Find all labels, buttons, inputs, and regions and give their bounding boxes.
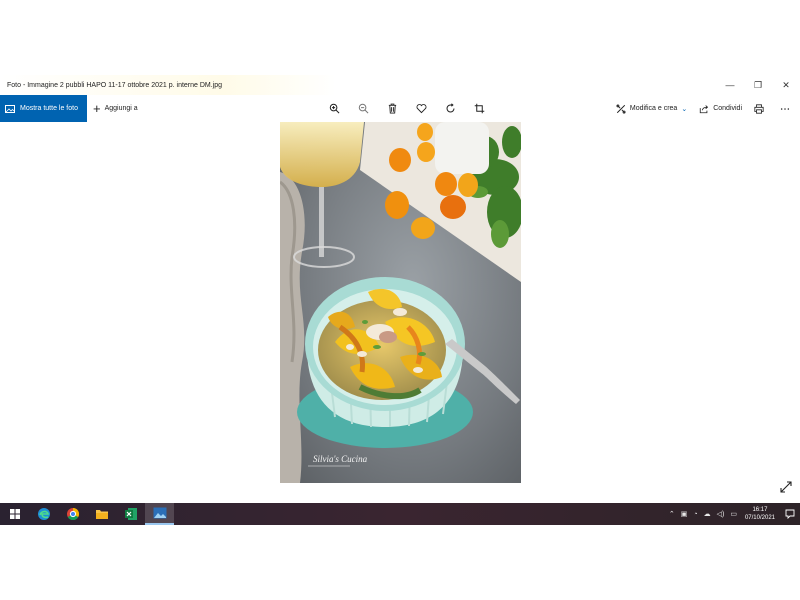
right-tools: Modifica e crea ⌄ Condividi (610, 95, 800, 122)
volume-icon[interactable]: ◁) (714, 510, 728, 518)
file-explorer-icon (95, 510, 108, 519)
crop-icon (474, 103, 485, 114)
chrome-icon (66, 508, 79, 521)
photo-signature: Silvia's Cucina (313, 454, 368, 464)
delete-icon (388, 103, 397, 114)
plus-icon: + (93, 101, 101, 116)
chevron-up-icon[interactable]: ⌃ (666, 510, 678, 518)
show-all-photos-button[interactable]: Mostra tutte le foto (0, 95, 87, 122)
share-label: Condividi (713, 105, 742, 112)
print-button[interactable] (748, 95, 774, 122)
chevron-down-icon: ⌄ (681, 105, 688, 113)
favorite-icon (416, 104, 427, 114)
crop-button[interactable] (465, 95, 494, 122)
add-to-button[interactable]: + Aggiungi a (93, 95, 138, 122)
meet-now-icon[interactable]: ▣ (678, 510, 691, 518)
taskbar-edge[interactable] (29, 503, 58, 525)
window-controls: — ❐ ✕ (716, 75, 800, 95)
delete-button[interactable] (378, 95, 407, 122)
zoom-in-button[interactable] (320, 95, 349, 122)
clock-date: 07/10/2021 (744, 515, 775, 521)
start-button[interactable] (0, 503, 29, 525)
title-bar[interactable]: Foto - Immagine 2 pubbli HAPO 11-17 otto… (0, 75, 800, 95)
zoom-out-button[interactable] (349, 95, 378, 122)
edit-create-button[interactable]: Modifica e crea ⌄ (610, 95, 693, 122)
displayed-photo[interactable]: Silvia's Cucina (280, 122, 521, 483)
zoom-in-icon (329, 103, 340, 114)
taskbar-photos[interactable] (145, 503, 174, 525)
taskbar: ⌃ ▣ ◔ ☁ ◁) ▭ 16:17 07/10/2021 (0, 503, 800, 525)
pasta-bowl-photo: Silvia's Cucina (280, 122, 521, 483)
clock-time: 16:17 (752, 507, 768, 513)
clock[interactable]: 16:17 07/10/2021 (740, 506, 780, 522)
minimize-button[interactable]: — (716, 75, 744, 95)
more-icon (780, 107, 790, 110)
favorite-button[interactable] (407, 95, 436, 122)
edge-icon (37, 508, 50, 520)
edit-create-icon (616, 103, 626, 114)
system-tray: ⌃ ▣ ◔ ☁ ◁) ▭ 16:17 07/10/2021 (666, 503, 800, 525)
expand-icon (780, 481, 792, 493)
excel-icon (124, 508, 137, 520)
keyboard-icon[interactable]: ▭ (727, 510, 740, 518)
print-icon (754, 103, 764, 114)
taskbar-excel[interactable] (116, 503, 145, 525)
notification-icon (785, 509, 795, 519)
network-icon[interactable]: ◔ (690, 511, 700, 518)
full-screen-button[interactable] (778, 479, 794, 495)
zoom-out-icon (358, 103, 369, 114)
edit-create-label: Modifica e crea (629, 105, 678, 112)
add-to-label: Aggiungi a (104, 105, 138, 112)
window-title: Foto - Immagine 2 pubbli HAPO 11-17 otto… (7, 81, 223, 89)
photos-icon (153, 507, 166, 519)
share-icon (700, 104, 709, 113)
image-tools (320, 95, 494, 122)
rotate-icon (446, 103, 455, 113)
show-all-photos-label: Mostra tutte le foto (20, 105, 78, 112)
toolbar: Mostra tutte le foto + Aggiungi a Modifi… (0, 95, 800, 122)
restore-button[interactable]: ❐ (744, 75, 772, 95)
share-button[interactable]: Condividi (693, 95, 748, 122)
taskbar-chrome[interactable] (58, 503, 87, 525)
taskbar-file-explorer[interactable] (87, 503, 116, 525)
onedrive-icon[interactable]: ☁ (701, 510, 714, 518)
windows-icon (9, 509, 20, 519)
notifications-button[interactable] (780, 503, 800, 525)
photos-app-window: Foto - Immagine 2 pubbli HAPO 11-17 otto… (0, 75, 800, 503)
close-button[interactable]: ✕ (772, 75, 800, 95)
desktop: Foto - Immagine 2 pubbli HAPO 11-17 otto… (0, 0, 800, 600)
rotate-button[interactable] (436, 95, 465, 122)
gallery-icon (5, 104, 15, 113)
more-options-button[interactable] (774, 95, 800, 122)
